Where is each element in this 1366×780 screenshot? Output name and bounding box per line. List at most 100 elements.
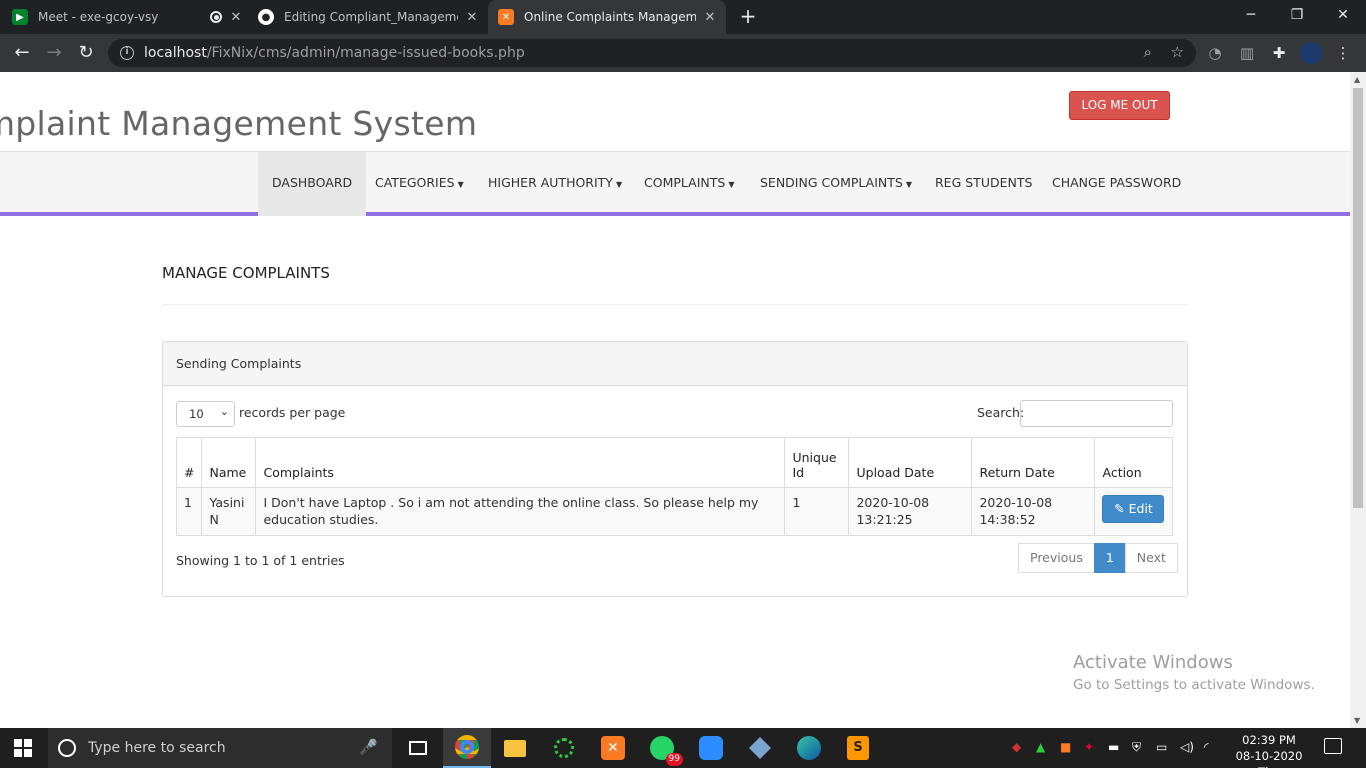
- whatsapp-icon[interactable]: 99: [638, 728, 686, 768]
- notification-badge: 99: [665, 753, 683, 766]
- forward-arrow-icon[interactable]: →: [42, 41, 66, 65]
- profile-avatar[interactable]: [1300, 42, 1322, 64]
- chevron-down-icon: ▼: [728, 180, 735, 189]
- wifi-icon[interactable]: ◜: [1204, 740, 1209, 754]
- file-explorer-icon[interactable]: [491, 728, 539, 768]
- nav-categories[interactable]: CATEGORIES ▼: [361, 152, 478, 216]
- back-arrow-icon[interactable]: ←: [10, 41, 34, 65]
- battery-icon[interactable]: ▭: [1156, 740, 1167, 754]
- reload-icon[interactable]: ↻: [74, 41, 98, 65]
- close-tab-icon[interactable]: ✕: [702, 10, 718, 25]
- nav-sending-complaints[interactable]: SENDING COMPLAINTS ▼: [746, 152, 926, 216]
- pagination-next[interactable]: Next: [1124, 543, 1178, 573]
- nav-reg-students[interactable]: REG STUDENTS: [921, 152, 1046, 216]
- chrome-taskbar-icon[interactable]: [443, 728, 491, 768]
- windows-start-icon[interactable]: [14, 739, 32, 757]
- volume-icon[interactable]: ◁): [1180, 740, 1194, 754]
- taskbar-search-placeholder: Type here to search: [88, 740, 226, 756]
- site-info-icon[interactable]: i: [120, 46, 134, 60]
- tray-drive-icon[interactable]: ▲: [1036, 740, 1045, 754]
- close-tab-icon[interactable]: ✕: [228, 10, 244, 25]
- recording-icon: [210, 11, 222, 23]
- site-brand[interactable]: Online Complaint Management System: [0, 104, 647, 143]
- page-scrollbar[interactable]: ▲ ▼: [1350, 72, 1366, 728]
- browser-menu-icon[interactable]: ⋮: [1332, 42, 1354, 64]
- column-header[interactable]: Complaints: [255, 437, 786, 488]
- records-per-page-label: records per page: [239, 405, 346, 420]
- bookmark-star-icon[interactable]: ☆: [1171, 43, 1184, 61]
- logout-button[interactable]: LOG ME OUT: [1069, 91, 1170, 120]
- records-per-page-select[interactable]: 10 ⌄: [176, 401, 235, 427]
- complaints-panel: Sending Complaints 10 ⌄ records per page …: [162, 341, 1188, 597]
- pagination: Previous 1 Next: [1018, 543, 1178, 573]
- browser-tab-strip: ▶ Meet - exe-gcoy-vsy ✕ ● Editing Compli…: [0, 0, 1366, 34]
- new-tab-button[interactable]: +: [738, 6, 758, 28]
- maximize-button[interactable]: ❐: [1274, 0, 1320, 32]
- windows-taskbar: Type here to search 🎤 ✕ 99 S ◆ ▲ ■ ✦ ▬ ⛨…: [0, 728, 1366, 779]
- extension-chart-icon[interactable]: ▥: [1236, 42, 1258, 64]
- scroll-up-icon[interactable]: ▲: [1354, 75, 1360, 84]
- extension-icon[interactable]: ◔: [1204, 42, 1226, 64]
- nav-dashboard[interactable]: DASHBOARD: [258, 152, 367, 216]
- table-info: Showing 1 to 1 of 1 entries: [176, 553, 345, 568]
- cell-name: Yasini N: [201, 487, 257, 536]
- xampp-taskbar-icon[interactable]: ✕: [589, 728, 637, 768]
- extensions-puzzle-icon[interactable]: ✚: [1268, 42, 1290, 64]
- nav-change-password[interactable]: CHANGE PASSWORD: [1038, 152, 1195, 216]
- notification-center-icon[interactable]: [1324, 738, 1342, 754]
- search-input[interactable]: [1020, 400, 1173, 427]
- xampp-icon: ✕: [498, 9, 514, 25]
- chevron-down-icon: ▼: [905, 180, 912, 189]
- column-header[interactable]: Action: [1094, 437, 1173, 488]
- table-row: 1 Yasini N I Don't have Laptop . So i am…: [175, 487, 1173, 536]
- microphone-icon[interactable]: 🎤: [359, 738, 378, 756]
- url-host: localhost: [144, 45, 207, 61]
- cell-return-date: 2020-10-08 14:38:52: [971, 487, 1096, 536]
- search-label: Search:: [977, 405, 1025, 420]
- clock-time: 02:39 PM: [1242, 733, 1296, 747]
- nav-higher-authority[interactable]: HIGHER AUTHORITY ▼: [474, 152, 636, 216]
- tray-monitor-icon[interactable]: ▬: [1108, 740, 1119, 754]
- edge-icon[interactable]: [785, 728, 833, 768]
- chevron-down-icon: ▼: [615, 180, 623, 189]
- zoom-app-icon[interactable]: [687, 728, 735, 768]
- column-header[interactable]: Name: [201, 437, 257, 488]
- cell-complaint: I Don't have Laptop . So i am not attend…: [255, 487, 786, 536]
- taskbar-search[interactable]: Type here to search 🎤: [48, 728, 392, 768]
- github-icon: ●: [258, 9, 274, 25]
- column-header[interactable]: Upload Date: [848, 437, 973, 488]
- tray-shield-icon[interactable]: ◆: [1012, 740, 1021, 754]
- tab-online-complaints[interactable]: ✕ Online Complaints Management ✕: [488, 0, 726, 34]
- search-icon: [58, 739, 76, 757]
- pagination-page-1[interactable]: 1: [1093, 543, 1126, 573]
- loading-app-icon[interactable]: [540, 728, 588, 768]
- zoom-icon[interactable]: ⌕: [1144, 43, 1152, 61]
- pagination-previous[interactable]: Previous: [1018, 543, 1095, 573]
- minimize-button[interactable]: ─: [1228, 0, 1274, 32]
- page-viewport: Online Complaint Management System LOG M…: [0, 72, 1350, 728]
- close-tab-icon[interactable]: ✕: [464, 10, 480, 25]
- system-clock[interactable]: 02:39 PM 08-10-2020 Thu: [1226, 732, 1312, 780]
- tray-xampp-icon[interactable]: ■: [1060, 740, 1071, 754]
- scrollbar-thumb[interactable]: [1353, 88, 1363, 508]
- edit-button[interactable]: ✎ Edit: [1102, 495, 1165, 523]
- divider: [162, 304, 1188, 305]
- page-title: MANAGE COMPLAINTS: [162, 264, 330, 282]
- close-window-button[interactable]: ✕: [1320, 0, 1366, 32]
- address-bar[interactable]: i localhost/FixNix/cms/admin/manage-issu…: [108, 39, 1196, 67]
- edit-icon: ✎: [1114, 501, 1125, 516]
- tray-app-icon[interactable]: ✦: [1084, 740, 1094, 754]
- tab-meet[interactable]: ▶ Meet - exe-gcoy-vsy ✕: [12, 0, 244, 34]
- tray-security-icon[interactable]: ⛨: [1132, 740, 1141, 755]
- browser-toolbar: ← → ↻ i localhost/FixNix/cms/admin/manag…: [0, 34, 1366, 72]
- network-app-icon[interactable]: [736, 728, 784, 768]
- cell-unique-id: 1: [784, 487, 850, 536]
- tab-github[interactable]: ● Editing Compliant_Management_ ✕: [258, 0, 480, 34]
- sublime-text-icon[interactable]: S: [834, 728, 882, 768]
- column-header[interactable]: Unique Id: [784, 437, 850, 488]
- task-view-icon[interactable]: [394, 728, 442, 768]
- column-header[interactable]: Return Date: [971, 437, 1096, 488]
- nav-complaints[interactable]: COMPLAINTS ▼: [630, 152, 748, 216]
- scroll-down-icon[interactable]: ▼: [1354, 716, 1360, 725]
- column-header[interactable]: #: [175, 437, 203, 488]
